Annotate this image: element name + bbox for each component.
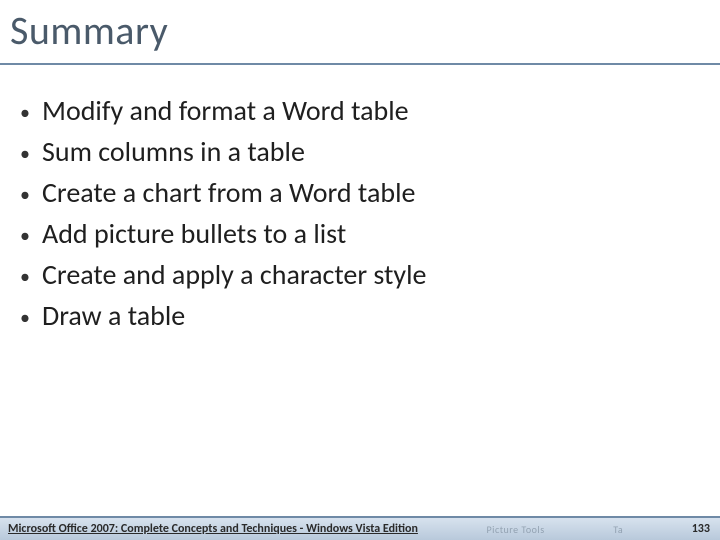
slide: Summary • Modify and format a Word table…	[0, 0, 720, 540]
list-item: • Sum columns in a table	[20, 134, 700, 169]
list-item: • Modify and format a Word table	[20, 93, 700, 128]
bullet-icon: •	[20, 267, 42, 287]
title-area: Summary	[0, 0, 720, 65]
bullet-icon: •	[20, 226, 42, 246]
footer-ghost-text: Picture Tools	[487, 523, 545, 536]
list-item: • Create a chart from a Word table	[20, 175, 700, 210]
bullet-text: Create and apply a character style	[42, 257, 426, 292]
bullet-text: Sum columns in a table	[42, 134, 305, 169]
footer-source: Microsoft Office 2007: Complete Concepts…	[8, 522, 418, 536]
bullet-icon: •	[20, 185, 42, 205]
content-area: • Modify and format a Word table • Sum c…	[0, 65, 720, 333]
page-number: 133	[692, 522, 710, 536]
bullet-text: Add picture bullets to a list	[42, 216, 346, 251]
bullet-text: Draw a table	[42, 298, 185, 333]
list-item: • Add picture bullets to a list	[20, 216, 700, 251]
bullet-icon: •	[20, 144, 42, 164]
footer: Microsoft Office 2007: Complete Concepts…	[0, 516, 720, 540]
footer-ghost-text: Ta	[613, 523, 623, 536]
list-item: • Create and apply a character style	[20, 257, 700, 292]
slide-title: Summary	[10, 6, 710, 55]
bullet-list: • Modify and format a Word table • Sum c…	[20, 93, 700, 333]
bullet-text: Create a chart from a Word table	[42, 175, 415, 210]
list-item: • Draw a table	[20, 298, 700, 333]
bullet-icon: •	[20, 308, 42, 328]
bullet-icon: •	[20, 103, 42, 123]
bullet-text: Modify and format a Word table	[42, 93, 409, 128]
